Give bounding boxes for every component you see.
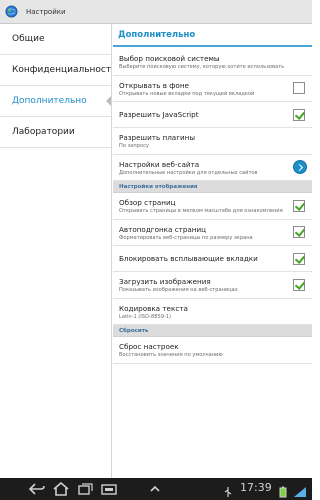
usb-icon [222,483,234,497]
setting-encoding[interactable]: Кодировка текста Latin-1 (ISO-8859-1) [113,299,312,325]
settings-categories: Общие Конфиденциальность и Дополнительно… [0,24,112,478]
category-label: Общие [12,34,45,44]
setting-load-images[interactable]: Загрузить изображения Показывать изображ… [113,272,312,299]
recent-apps-icon[interactable] [76,482,94,496]
setting-title: Кодировка текста [119,303,188,313]
setting-open-background[interactable]: Открывать в фоне Открывать новые вкладки… [113,76,312,102]
setting-javascript[interactable]: Разрешить JavaScript [113,102,312,128]
overview-checkbox[interactable] [293,199,305,212]
setting-autofit[interactable]: Автоподгонка страниц Форматировать веб-с… [113,220,312,246]
app-title: Настройки [26,7,66,16]
setting-summary: Выберите поисковую систему, которую хоти… [119,64,285,70]
setting-summary: Показывать изображения на веб-страницах [119,287,238,293]
category-advanced[interactable]: Дополнительно [0,86,111,117]
up-arrow-icon[interactable] [148,482,162,496]
section-header-reset: Сбросить [113,325,312,337]
setting-block-popups[interactable]: Блокировать всплывающие вкладки [113,246,312,272]
category-label: Конфиденциальность и [12,65,111,75]
detail-header: Дополнительно [113,24,312,47]
setting-summary: Форматировать веб-страницы по размеру эк… [119,234,253,241]
setting-reset[interactable]: Сброс настроек Восстановить значения по … [113,337,312,364]
battery-icon [278,483,288,498]
settings-detail: Дополнительно Выбор поисковой системы Вы… [113,24,312,478]
setting-title: Разрешить плагины [119,133,196,142]
setting-title: Выбор поисковой системы [119,54,220,63]
screenshot-icon[interactable] [100,482,118,496]
setting-title: Автоподгонка страниц [119,224,207,234]
wifi-icon [293,483,307,497]
category-label: Лаборатории [12,127,75,137]
system-clock: 17:39 [240,481,272,494]
globe-icon[interactable] [5,5,18,18]
setting-overview[interactable]: Обзор страниц Открывать страницы в мелко… [113,193,312,220]
back-icon[interactable] [28,482,46,496]
open-background-checkbox[interactable] [293,82,305,95]
setting-title: Открывать в фоне [119,80,189,90]
setting-site-settings[interactable]: Настройки веб-сайта Дополнительные настр… [113,155,312,181]
setting-summary: По запросу [119,143,149,149]
section-header-display: Настройки отображения [113,181,312,193]
setting-search-engine[interactable]: Выбор поисковой системы Выберите поисков… [113,49,312,76]
setting-summary: Latin-1 (ISO-8859-1) [119,313,172,320]
setting-title: Сброс настроек [119,342,179,351]
setting-summary: Открывать новые вкладки под текущей вкла… [119,90,255,97]
autofit-checkbox[interactable] [293,226,305,239]
chevron-right-icon[interactable] [293,160,307,175]
home-icon[interactable] [52,482,70,496]
javascript-checkbox[interactable] [293,108,305,121]
category-labs[interactable]: Лаборатории [0,117,111,148]
setting-title: Настройки веб-сайта [119,159,200,169]
category-privacy[interactable]: Конфиденциальность и [0,55,111,86]
setting-title: Загрузить изображения [119,277,211,286]
setting-summary: Восстановить значения по умолчанию [119,352,223,358]
setting-title: Разрешить JavaScript [119,110,199,119]
settings-list[interactable]: Выбор поисковой системы Выберите поисков… [113,49,312,478]
setting-title: Обзор страниц [119,198,176,207]
setting-title: Блокировать всплывающие вкладки [119,254,258,263]
setting-summary: Открывать страницы в мелком масштабе для… [119,208,283,214]
category-label: Дополнительно [12,96,87,106]
category-general[interactable]: Общие [0,24,111,55]
setting-summary: Дополнительные настройки для отдельных с… [119,169,258,176]
load-images-checkbox[interactable] [293,278,305,291]
system-bar: 17:39 [0,478,312,500]
title-bar: Настройки [0,0,312,24]
setting-plugins[interactable]: Разрешить плагины По запросу [113,128,312,155]
block-popups-checkbox[interactable] [293,252,305,265]
